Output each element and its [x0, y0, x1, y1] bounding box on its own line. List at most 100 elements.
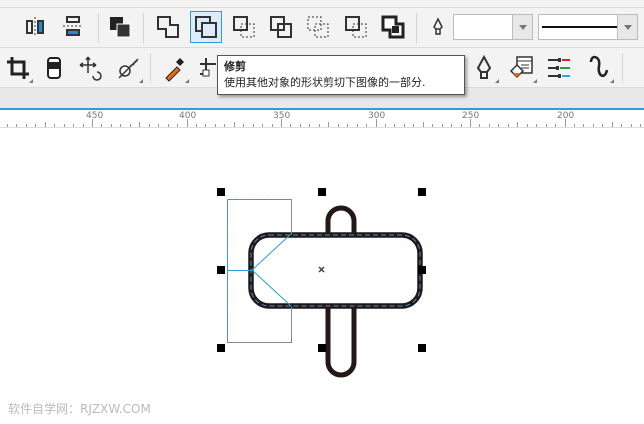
drawing-canvas[interactable]: [0, 128, 644, 424]
ruler-tick: [470, 119, 471, 127]
ruler-tick: [139, 122, 141, 127]
mirror-horizontal-icon[interactable]: [19, 11, 51, 43]
ruler-tick: [460, 124, 462, 127]
ruler-tick: [299, 124, 301, 127]
ruler-tick: [583, 124, 585, 127]
separator: [150, 53, 151, 83]
ruler-tick: [262, 124, 264, 127]
line-style-dropdown[interactable]: [538, 14, 638, 40]
ruler-tick: [224, 124, 226, 127]
ruler-tick: [517, 122, 519, 127]
separator: [143, 13, 144, 43]
outline-width-dropdown[interactable]: [453, 14, 533, 40]
chevron-down-icon[interactable]: [512, 15, 532, 39]
back-minus-front-icon[interactable]: [340, 11, 372, 43]
ruler-label: 450: [86, 111, 104, 121]
ruler-tick: [214, 124, 216, 127]
ruler-tick: [602, 124, 604, 127]
front-minus-back-icon[interactable]: [302, 11, 334, 43]
horizontal-ruler[interactable]: 450 400 350 300 250 200: [0, 108, 644, 128]
curve-icon[interactable]: [583, 52, 615, 84]
ruler-tick: [82, 124, 84, 127]
handle-right[interactable]: [418, 266, 426, 274]
ruler-tick: [573, 124, 575, 127]
separator: [98, 13, 99, 43]
ruler-tick: [394, 124, 396, 127]
ruler-tick: [366, 124, 368, 127]
ruler-tick: [507, 124, 509, 127]
eraser-icon[interactable]: [38, 52, 70, 84]
ruler-label: 300: [368, 111, 386, 121]
separator: [622, 53, 623, 83]
ruler-tick: [526, 124, 528, 127]
handle-top-right[interactable]: [418, 188, 426, 196]
ruler-tick: [309, 124, 311, 127]
trim-icon: [195, 16, 217, 38]
ruler-tick: [630, 124, 632, 127]
property-bar: [0, 8, 644, 48]
ruler-tick: [73, 124, 75, 127]
ruler-tick: [328, 122, 330, 127]
chevron-down-icon[interactable]: [617, 15, 637, 39]
ruler-tick: [347, 124, 349, 127]
ruler-tick: [158, 124, 160, 127]
free-transform-icon[interactable]: [74, 52, 106, 84]
intersect-icon[interactable]: [228, 11, 260, 43]
tooltip: 修剪 使用其他对象的形状剪切下图像的一部分.: [217, 55, 465, 95]
ruler-tick: [592, 124, 594, 127]
mirror-vertical-icon[interactable]: [57, 11, 89, 43]
crop-icon[interactable]: [2, 52, 34, 84]
tooltip-title: 修剪: [224, 60, 246, 73]
ruler-tick: [252, 124, 254, 127]
handle-top-left[interactable]: [217, 188, 225, 196]
ruler-tick: [167, 124, 169, 127]
boundary-icon[interactable]: [377, 11, 409, 43]
ruler-tick: [564, 119, 566, 127]
trim-button[interactable]: [190, 11, 222, 43]
handle-bottom-left[interactable]: [217, 344, 225, 352]
rounded-rectangle-shape: [248, 232, 423, 309]
ruler-tick: [413, 124, 415, 127]
ruler-tick: [63, 124, 65, 127]
ruler-tick: [555, 124, 557, 127]
ruler-tick: [536, 124, 538, 127]
combine-icon[interactable]: [104, 11, 136, 43]
ruler-tick: [611, 122, 613, 127]
ruler-tick: [129, 124, 131, 127]
ruler-tick: [432, 124, 434, 127]
ruler-tick: [337, 124, 339, 127]
weld-icon[interactable]: [152, 11, 184, 43]
handle-left[interactable]: [217, 266, 225, 274]
ruler-tick: [621, 124, 623, 127]
smear-icon[interactable]: [112, 52, 144, 84]
ruler-tick: [290, 124, 292, 127]
ruler-tick: [271, 124, 273, 127]
ruler-label: 400: [179, 111, 197, 121]
handle-top[interactable]: [318, 188, 326, 196]
ruler-tick: [120, 124, 122, 127]
ruler-tick: [195, 124, 197, 127]
ruler-tick: [451, 124, 453, 127]
ruler-tick: [35, 124, 37, 127]
ruler-tick: [148, 124, 150, 127]
watermark: 软件自学网：RJZXW.COM: [8, 402, 151, 416]
ruler-tick: [403, 124, 405, 127]
ruler-tick: [318, 124, 320, 127]
object-properties-icon[interactable]: [543, 52, 575, 84]
ruler-tick: [243, 124, 245, 127]
ruler-label: 200: [557, 111, 575, 121]
ruler-tick: [54, 124, 56, 127]
eyedropper-icon[interactable]: [158, 52, 190, 84]
ruler-tick: [25, 124, 27, 127]
ruler-tick: [6, 124, 8, 127]
handle-bottom-right[interactable]: [418, 344, 426, 352]
fill-icon[interactable]: [506, 52, 538, 84]
ruler-tick: [488, 124, 490, 127]
separator: [416, 13, 417, 43]
simplify-icon[interactable]: [265, 11, 297, 43]
ruler-tick: [640, 124, 642, 127]
ruler-tick: [545, 124, 547, 127]
outline-pen-icon[interactable]: [422, 11, 454, 43]
handle-bottom[interactable]: [318, 344, 326, 352]
pen-icon[interactable]: [468, 52, 500, 84]
